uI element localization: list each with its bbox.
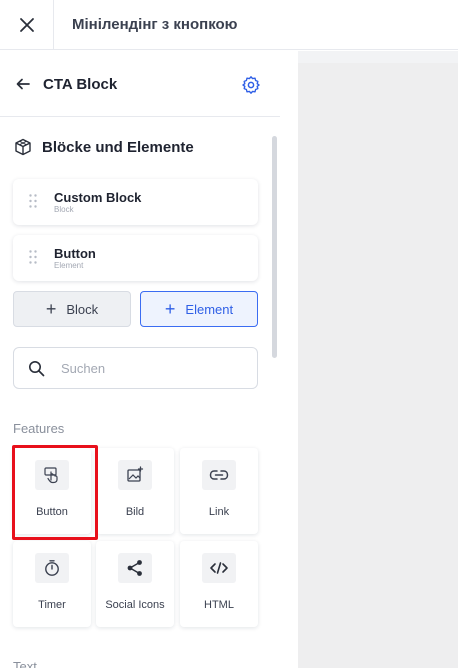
share-icon bbox=[118, 553, 152, 583]
divider bbox=[53, 0, 54, 50]
feature-tile-label: Link bbox=[208, 506, 230, 518]
drag-handle-icon[interactable] bbox=[29, 194, 37, 208]
feature-tile-label: Bild bbox=[125, 506, 145, 518]
feature-tile-button[interactable]: Button bbox=[13, 448, 91, 534]
gear-icon bbox=[242, 76, 260, 94]
feature-tile-link[interactable]: Link bbox=[180, 448, 258, 534]
feature-tile-label: HTML bbox=[204, 599, 234, 611]
feature-tile-html[interactable]: HTML bbox=[180, 541, 258, 627]
panel-header: CTA Block bbox=[0, 51, 280, 117]
feature-tile-timer[interactable]: Timer bbox=[13, 541, 91, 627]
cube-icon bbox=[15, 138, 31, 156]
timer-icon bbox=[35, 553, 69, 583]
section-header: Blöcke und Elemente bbox=[14, 138, 194, 156]
search-icon bbox=[29, 361, 45, 377]
sidebar-gutter bbox=[280, 51, 298, 668]
group-label-text: Text bbox=[13, 659, 37, 668]
canvas-page bbox=[298, 63, 458, 668]
add-block-label: Block bbox=[66, 301, 99, 317]
search-input[interactable] bbox=[61, 358, 241, 378]
arrow-left-icon bbox=[16, 78, 30, 90]
tree-item-custom-block[interactable]: Custom Block Block bbox=[13, 179, 258, 225]
feature-tile-social-icons[interactable]: Social Icons bbox=[96, 541, 174, 627]
code-icon bbox=[202, 553, 236, 583]
close-icon bbox=[20, 18, 34, 32]
tree-item-name: Custom Block bbox=[54, 190, 142, 205]
drag-handle-icon[interactable] bbox=[29, 250, 37, 264]
panel-title: CTA Block bbox=[43, 76, 118, 93]
add-block-button[interactable]: + Block bbox=[13, 291, 131, 327]
plus-icon: + bbox=[45, 299, 57, 319]
tree-item-name: Button bbox=[54, 246, 96, 261]
tree-item-type: Block bbox=[54, 205, 74, 214]
link-icon bbox=[202, 460, 236, 490]
close-button[interactable] bbox=[12, 10, 42, 40]
add-element-label: Element bbox=[185, 301, 234, 317]
feature-tile-image[interactable]: Bild bbox=[96, 448, 174, 534]
back-button[interactable] bbox=[14, 75, 32, 93]
feature-tile-label: Social Icons bbox=[105, 599, 165, 611]
plus-icon: + bbox=[164, 299, 176, 319]
feature-tile-label: Timer bbox=[38, 599, 66, 611]
tree-item-button[interactable]: Button Element bbox=[13, 235, 258, 281]
add-element-button[interactable]: + Element bbox=[140, 291, 258, 327]
preview-canvas bbox=[298, 51, 458, 668]
search-field[interactable] bbox=[13, 347, 258, 389]
group-label-features: Features bbox=[13, 421, 65, 436]
app-title: Мінілендінг з кнопкою bbox=[72, 16, 238, 33]
scrollbar[interactable] bbox=[272, 136, 277, 358]
section-title: Blöcke und Elemente bbox=[42, 138, 194, 156]
top-bar: Мінілендінг з кнопкою bbox=[0, 0, 458, 50]
feature-tile-label: Button bbox=[36, 506, 68, 518]
editor-sidebar: CTA Block Blöcke und Elemente Custom Blo… bbox=[0, 51, 280, 668]
image-add-icon bbox=[118, 460, 152, 490]
tree-item-type: Element bbox=[54, 261, 84, 270]
settings-button[interactable] bbox=[241, 75, 261, 95]
hand-pointer-icon bbox=[35, 460, 69, 490]
